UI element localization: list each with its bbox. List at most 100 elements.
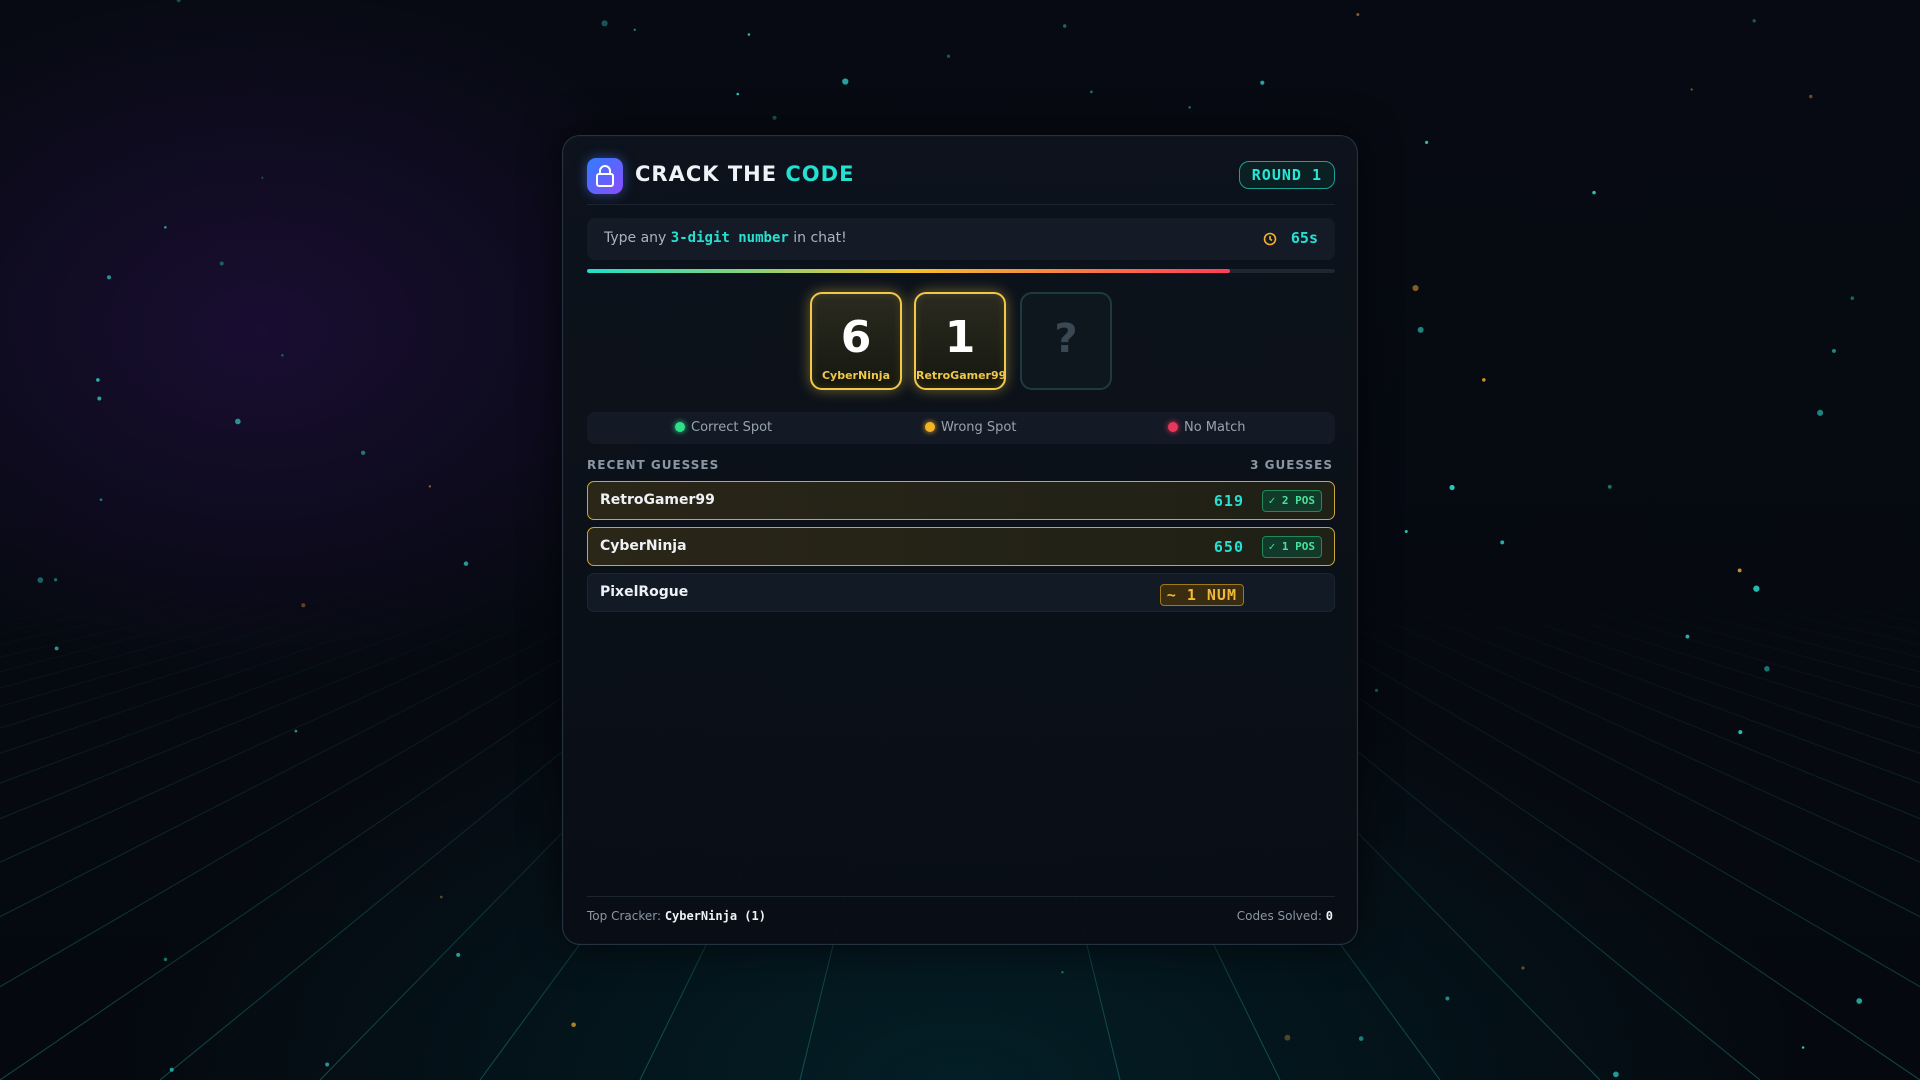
background-star [1090, 90, 1093, 94]
background-star [1417, 326, 1424, 333]
round-badge: ROUND 1 [1238, 161, 1335, 189]
background-star [428, 485, 432, 488]
slot-digit: 1 [944, 312, 976, 363]
background-star [571, 1022, 576, 1028]
grid-line [1759, 589, 1920, 624]
background-star [1808, 94, 1813, 99]
background-star [736, 92, 740, 96]
legend-dot [1168, 422, 1178, 432]
game-title: CRACK THE CODE [635, 162, 854, 186]
slot-owner: CyberNinja [821, 369, 890, 382]
timer-progress-fill [587, 269, 1231, 273]
background-star [1482, 378, 1486, 382]
background-star [1449, 484, 1455, 491]
top-cracker: Top Cracker: CyberNinja (1) [587, 909, 766, 923]
background-star [1425, 140, 1429, 144]
legend-dot [925, 422, 935, 432]
background-star [1592, 190, 1596, 195]
guess-row: RetroGamer99 619 ✓ 2 POS [587, 481, 1335, 520]
code-slot-3: ? [1020, 292, 1112, 390]
grid-line [0, 589, 641, 918]
background-star [1500, 540, 1505, 545]
recent-guesses-heading: RECENT GUESSES [587, 458, 720, 472]
background-star [360, 450, 366, 455]
background-star [261, 176, 264, 179]
grid-line [0, 589, 161, 624]
background-star [1831, 348, 1836, 353]
background-star [1445, 996, 1450, 1001]
grid-line [1679, 589, 1920, 645]
instruction-prefix: Type any [604, 230, 671, 246]
background-star [1737, 568, 1742, 573]
instruction-bar: Type any 3-digit number in chat! 65s [587, 218, 1335, 260]
background-star [301, 603, 306, 608]
background-star [842, 78, 849, 85]
background-star [1412, 284, 1419, 292]
guess-player: PixelRogue [600, 584, 689, 600]
guess-count: 3 GUESSES [1250, 458, 1333, 472]
background-star [1260, 80, 1265, 85]
background-star [294, 729, 298, 733]
legend-correct-spot: Correct Spot [675, 420, 772, 435]
background-star [1061, 971, 1064, 974]
background-star [601, 20, 608, 27]
title-main: CRACK THE [635, 162, 786, 186]
background-star [1738, 730, 1743, 735]
background-star [1850, 296, 1855, 300]
background-star [1521, 966, 1525, 970]
lock-icon [587, 158, 623, 194]
background-star [772, 115, 777, 120]
legend-no-match: No Match [1168, 420, 1245, 435]
background-star [169, 1067, 174, 1072]
grid-line [0, 589, 81, 606]
background-star [1753, 585, 1760, 592]
game-panel: CRACK THE CODE ROUND 1 Type any 3-digit … [562, 135, 1358, 945]
code-slots: 6 CyberNinja 1 RetroGamer99 ? [810, 292, 1116, 390]
clock-icon [1263, 232, 1277, 246]
background-star [176, 0, 181, 3]
background-star [281, 354, 284, 357]
background-star [1063, 24, 1067, 28]
legend-label: Correct Spot [691, 420, 773, 435]
guess-list: RetroGamer99 619 ✓ 2 POS CyberNinja 650 … [587, 481, 1335, 619]
background-star [235, 418, 241, 425]
background-star [1685, 634, 1690, 639]
background-star [633, 28, 636, 31]
guess-number: 650 [1213, 538, 1244, 556]
instruction-suffix: in chat! [788, 230, 847, 246]
background-star [97, 396, 102, 401]
guess-result-badge: ~ 1 NUM [1159, 584, 1244, 606]
background-star [163, 957, 168, 962]
background-star [1374, 688, 1379, 692]
background-star [1856, 998, 1863, 1004]
title-accent: CODE [785, 162, 855, 186]
grid-line [0, 589, 361, 689]
background-star [456, 952, 461, 957]
grid-line [0, 589, 241, 645]
background-star [439, 895, 443, 899]
background-star [463, 561, 469, 566]
header: CRACK THE CODE ROUND 1 [587, 156, 1335, 196]
background-star [1188, 106, 1191, 109]
legend: Correct Spot Wrong Spot No Match [587, 412, 1335, 444]
codes-solved: Codes Solved: 0 [1237, 909, 1333, 923]
footer-divider [587, 896, 1335, 897]
background-star [164, 226, 167, 229]
background-star [1764, 666, 1770, 672]
background-star [37, 577, 44, 583]
guess-row: PixelRogue 381 ~ 1 NUM [587, 573, 1335, 612]
instruction-text: Type any 3-digit number in chat! [604, 230, 847, 246]
legend-dot [675, 422, 685, 432]
grid-line [1839, 589, 1920, 606]
grid-line [1439, 589, 1920, 754]
legend-wrong-spot: Wrong Spot [925, 420, 1016, 435]
guess-result-badge: ✓ 1 POS [1261, 536, 1322, 558]
background-star [1817, 409, 1824, 416]
grid-line [0, 589, 441, 729]
legend-label: No Match [1184, 420, 1246, 435]
slot-owner: RetroGamer99 [916, 369, 1007, 382]
background-star [1607, 484, 1612, 489]
code-slot-1: 6 CyberNinja [810, 292, 902, 390]
grid-line [1559, 589, 1920, 689]
countdown-timer: 65s [1290, 229, 1318, 247]
